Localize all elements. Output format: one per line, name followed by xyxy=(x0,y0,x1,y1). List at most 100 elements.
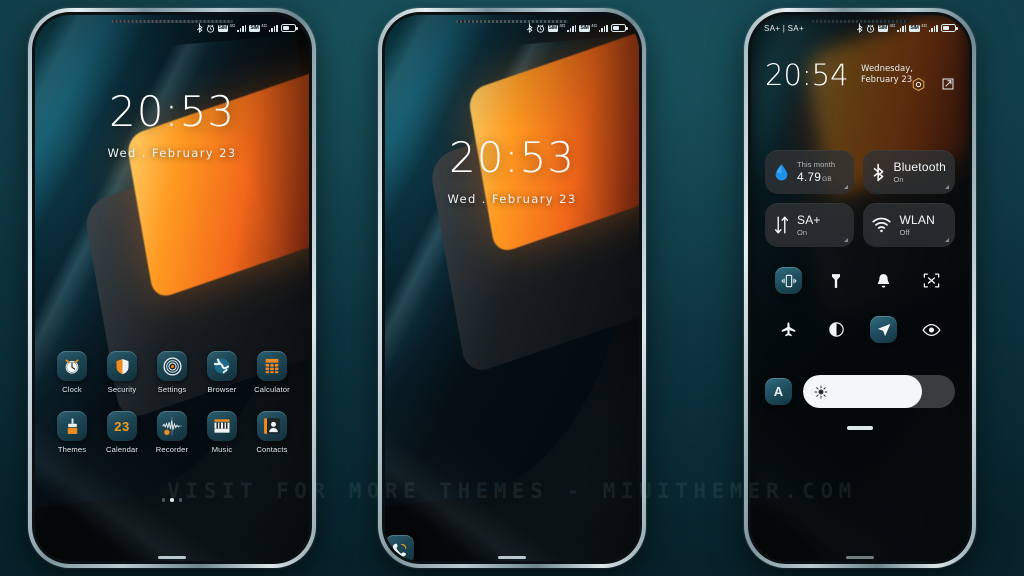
app-clock[interactable]: Clock xyxy=(47,351,97,394)
page-indicator xyxy=(35,498,309,502)
phone-icon[interactable] xyxy=(385,535,414,561)
app-browser[interactable]: Browser xyxy=(197,351,247,394)
page-dot[interactable] xyxy=(178,498,183,502)
app-calendar[interactable]: 23 Calendar xyxy=(97,411,147,454)
tile-value: On xyxy=(893,175,904,184)
app-calculator[interactable]: Calculator xyxy=(247,351,297,394)
app-label: Browser xyxy=(207,385,237,394)
page-dot[interactable] xyxy=(161,498,166,502)
tile-title: SA+ xyxy=(797,213,821,227)
battery-icon xyxy=(611,24,628,32)
tile-value: On xyxy=(797,228,808,237)
phone-frame-inner: SIM 4G SIM 4G 20:53 Wed . February 23 xyxy=(382,12,642,564)
app-settings[interactable]: Settings xyxy=(147,351,197,394)
screenshot-icon xyxy=(923,273,940,288)
bell-icon xyxy=(878,273,890,288)
auto-brightness-button[interactable]: A xyxy=(765,378,792,405)
panel-date: Wednesday, February 23 xyxy=(861,64,913,86)
quick-settings-tiles: This month 4.79GB Bluetooth On SA+ On WL… xyxy=(765,150,955,247)
phone-home-screen: SIM 4G SIM 4G 20:53 Wed . February 23 Cl… xyxy=(28,8,316,568)
location-icon xyxy=(877,323,891,336)
darkmode-icon xyxy=(828,322,844,337)
brightness-row: A xyxy=(765,375,955,408)
control-center-panel: SA+ | SA+ SIM 4G SIM 4G 20:54 Wednesday,… xyxy=(751,15,969,561)
battery-icon xyxy=(281,24,298,32)
flashlight-icon xyxy=(832,273,841,288)
phone-screen[interactable]: SA+ | SA+ SIM 4G SIM 4G 20:54 Wednesday,… xyxy=(751,15,969,561)
tile-expand-corner[interactable] xyxy=(945,238,949,242)
app-label: Music xyxy=(211,445,233,454)
phone-frame: SIM 4G SIM 4G 20:53 Wed . February 23 Cl… xyxy=(28,8,316,568)
tile-expand-corner[interactable] xyxy=(945,185,949,189)
phone-lock-screen: SIM 4G SIM 4G 20:53 Wed . February 23 xyxy=(378,8,646,568)
wallpaper xyxy=(385,15,639,561)
tile-title: WLAN xyxy=(899,213,935,227)
app-music[interactable]: Music xyxy=(197,411,247,454)
globe-icon xyxy=(207,351,237,381)
toggle-silent[interactable] xyxy=(870,267,897,294)
tile-value: Off xyxy=(899,228,910,237)
piano-icon xyxy=(207,411,237,441)
tile-expand-corner[interactable] xyxy=(844,185,849,189)
bluetooth-icon xyxy=(196,23,203,33)
sim1-signal: SIM 4G xyxy=(877,23,907,32)
shield-icon xyxy=(107,351,137,381)
toggle-location[interactable] xyxy=(870,316,898,343)
status-bar: SIM 4G SIM 4G xyxy=(35,15,309,41)
toggle-airplane-mode[interactable] xyxy=(775,316,802,343)
phone-frame-inner: SA+ | SA+ SIM 4G SIM 4G 20:54 Wednesday,… xyxy=(748,12,972,564)
phone-screen[interactable]: SIM 4G SIM 4G 20:53 Wed . February 23 xyxy=(385,15,639,561)
calendar-day: 23 xyxy=(114,418,130,434)
toggle-reading-mode[interactable] xyxy=(918,316,945,343)
brightness-slider[interactable] xyxy=(803,375,955,408)
app-label: Settings xyxy=(157,385,187,394)
phone-frame: SA+ | SA+ SIM 4G SIM 4G 20:54 Wednesday,… xyxy=(744,8,976,568)
app-contacts[interactable]: Contacts xyxy=(247,411,297,454)
wifi-icon xyxy=(872,217,892,233)
alarm-icon xyxy=(536,24,544,33)
tile-mobile-data[interactable]: SA+ On xyxy=(765,203,855,247)
data-drop-icon xyxy=(775,163,788,180)
bluetooth-icon xyxy=(874,163,884,181)
clock-time: 20:53 xyxy=(108,87,236,136)
tile-expand-corner[interactable] xyxy=(844,238,849,242)
tile-data-usage[interactable]: This month 4.79GB xyxy=(765,150,855,194)
data-arrows-icon xyxy=(774,216,789,234)
battery-icon xyxy=(941,24,958,32)
tile-bluetooth[interactable]: Bluetooth On xyxy=(863,150,955,194)
toggle-dark-mode[interactable] xyxy=(823,316,850,343)
clock-widget: 20:53 Wed . February 23 xyxy=(35,87,309,161)
calculator-icon xyxy=(257,351,287,381)
sim2-signal: SIM 4G xyxy=(579,23,608,32)
edit-icon[interactable] xyxy=(941,77,955,91)
phone-frame-inner: SIM 4G SIM 4G 20:53 Wed . February 23 Cl… xyxy=(32,12,312,564)
tile-title: Bluetooth xyxy=(893,160,946,174)
panel-drag-handle[interactable] xyxy=(847,426,873,430)
paint-roller-icon xyxy=(57,411,87,441)
toggle-flashlight[interactable] xyxy=(823,267,850,294)
bottom-indicator xyxy=(498,556,526,559)
phone-screen[interactable]: SIM 4G SIM 4G 20:53 Wed . February 23 Cl… xyxy=(35,15,309,561)
tile-wlan[interactable]: WLAN Off xyxy=(863,203,955,247)
phone-control-center: SA+ | SA+ SIM 4G SIM 4G 20:54 Wednesday,… xyxy=(744,8,976,568)
panel-date-line2: February 23 xyxy=(861,75,913,85)
page-dot-active[interactable] xyxy=(170,498,174,502)
app-grid: Clock Security Settings Browser Calculat… xyxy=(35,351,309,454)
toggle-screenshot[interactable] xyxy=(918,267,945,294)
bottom-indicator xyxy=(158,556,186,559)
status-bar: SA+ | SA+ SIM 4G SIM 4G xyxy=(751,15,969,41)
panel-date-line1: Wednesday, xyxy=(861,64,913,74)
app-themes[interactable]: Themes xyxy=(47,411,97,454)
toggle-vibrate[interactable] xyxy=(775,267,803,294)
app-label: Contacts xyxy=(256,445,288,454)
app-label: Security xyxy=(107,385,137,394)
airplane-icon xyxy=(782,322,796,337)
waveform-icon xyxy=(157,411,187,441)
app-label: Calendar xyxy=(105,445,139,454)
app-security[interactable]: Security xyxy=(97,351,147,394)
sim2-signal: SIM 4G xyxy=(909,23,938,32)
gear-hex-icon[interactable] xyxy=(911,77,926,92)
sim1-signal: SIM 4G xyxy=(217,23,247,32)
lock-clock-widget: 20:53 Wed . February 23 xyxy=(385,137,639,207)
app-recorder[interactable]: Recorder xyxy=(147,411,197,454)
